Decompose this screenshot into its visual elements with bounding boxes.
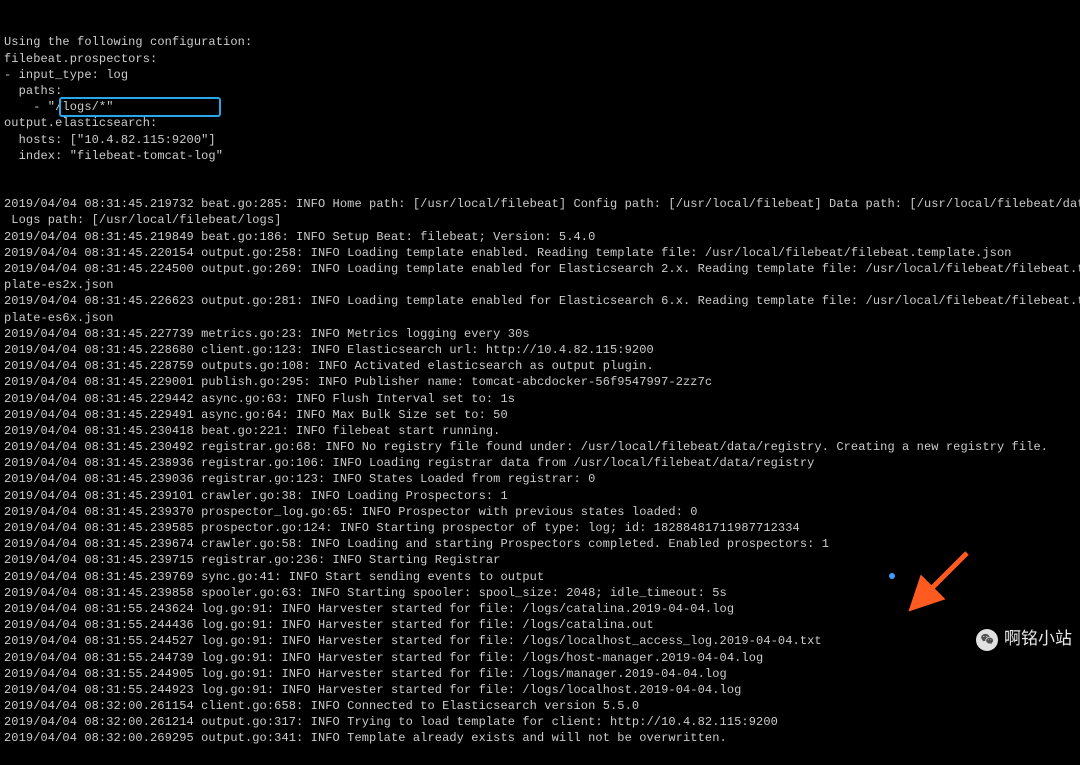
log-line: 2019/04/04 08:32:00.261154 client.go:658… xyxy=(4,698,1076,714)
log-line: 2019/04/04 08:32:00.269295 output.go:341… xyxy=(4,730,1076,746)
log-line: 2019/04/04 08:31:45.238936 registrar.go:… xyxy=(4,455,1076,471)
log-line: plate-es2x.json xyxy=(4,277,1076,293)
log-line: 2019/04/04 08:31:55.243624 log.go:91: IN… xyxy=(4,601,1076,617)
config-line: index: "filebeat-tomcat-log" xyxy=(4,148,1076,164)
config-line: filebeat.prospectors: xyxy=(4,51,1076,67)
log-line: 2019/04/04 08:31:45.239036 registrar.go:… xyxy=(4,471,1076,487)
config-line: Using the following configuration: xyxy=(4,34,1076,50)
config-line: paths: xyxy=(4,83,1076,99)
log-line: 2019/04/04 08:31:55.244905 log.go:91: IN… xyxy=(4,666,1076,682)
log-line: 2019/04/04 08:31:45.229442 async.go:63: … xyxy=(4,391,1076,407)
config-line: hosts: ["10.4.82.115:9200"] xyxy=(4,132,1076,148)
log-line: 2019/04/04 08:31:45.239715 registrar.go:… xyxy=(4,552,1076,568)
log-line: 2019/04/04 08:31:55.244739 log.go:91: IN… xyxy=(4,650,1076,666)
log-line: 2019/04/04 08:32:00.261214 output.go:317… xyxy=(4,714,1076,730)
log-line: 2019/04/04 08:31:45.239585 prospector.go… xyxy=(4,520,1076,536)
config-line: output.elasticsearch: xyxy=(4,115,1076,131)
log-line: 2019/04/04 08:31:55.244923 log.go:91: IN… xyxy=(4,682,1076,698)
config-line: - "/logs/*" xyxy=(4,99,1076,115)
log-line: 2019/04/04 08:31:45.228680 client.go:123… xyxy=(4,342,1076,358)
log-line: 2019/04/04 08:31:45.220154 output.go:258… xyxy=(4,245,1076,261)
wechat-icon xyxy=(976,629,998,651)
log-line: 2019/04/04 08:31:45.239370 prospector_lo… xyxy=(4,504,1076,520)
log-line: 2019/04/04 08:31:45.229491 async.go:64: … xyxy=(4,407,1076,423)
log-line: Logs path: [/usr/local/filebeat/logs] xyxy=(4,212,1076,228)
log-line: 2019/04/04 08:31:45.239769 sync.go:41: I… xyxy=(4,569,1076,585)
log-line: 2019/04/04 08:31:45.224500 output.go:269… xyxy=(4,261,1076,277)
log-line: 2019/04/04 08:31:45.228759 outputs.go:10… xyxy=(4,358,1076,374)
watermark: 啊铭小站 xyxy=(976,628,1072,651)
log-line: 2019/04/04 08:31:45.239101 crawler.go:38… xyxy=(4,488,1076,504)
watermark-text: 啊铭小站 xyxy=(1004,628,1072,651)
log-line: 2019/04/04 08:31:55.244527 log.go:91: IN… xyxy=(4,633,1076,649)
log-line: 2019/04/04 08:31:45.226623 output.go:281… xyxy=(4,293,1076,309)
config-line: - input_type: log xyxy=(4,67,1076,83)
terminal-output: Using the following configuration:filebe… xyxy=(0,0,1080,765)
log-line: 2019/04/04 08:31:45.230492 registrar.go:… xyxy=(4,439,1076,455)
log-line: 2019/04/04 08:31:45.227739 metrics.go:23… xyxy=(4,326,1076,342)
log-line: 2019/04/04 08:31:45.229001 publish.go:29… xyxy=(4,374,1076,390)
log-line: plate-es6x.json xyxy=(4,310,1076,326)
log-line: 2019/04/04 08:31:45.239858 spooler.go:63… xyxy=(4,585,1076,601)
log-line: 2019/04/04 08:31:45.219732 beat.go:285: … xyxy=(4,196,1076,212)
log-line: 2019/04/04 08:31:55.244436 log.go:91: IN… xyxy=(4,617,1076,633)
log-line: 2019/04/04 08:31:45.230418 beat.go:221: … xyxy=(4,423,1076,439)
log-line: 2019/04/04 08:31:45.219849 beat.go:186: … xyxy=(4,229,1076,245)
log-line: 2019/04/04 08:31:45.239674 crawler.go:58… xyxy=(4,536,1076,552)
